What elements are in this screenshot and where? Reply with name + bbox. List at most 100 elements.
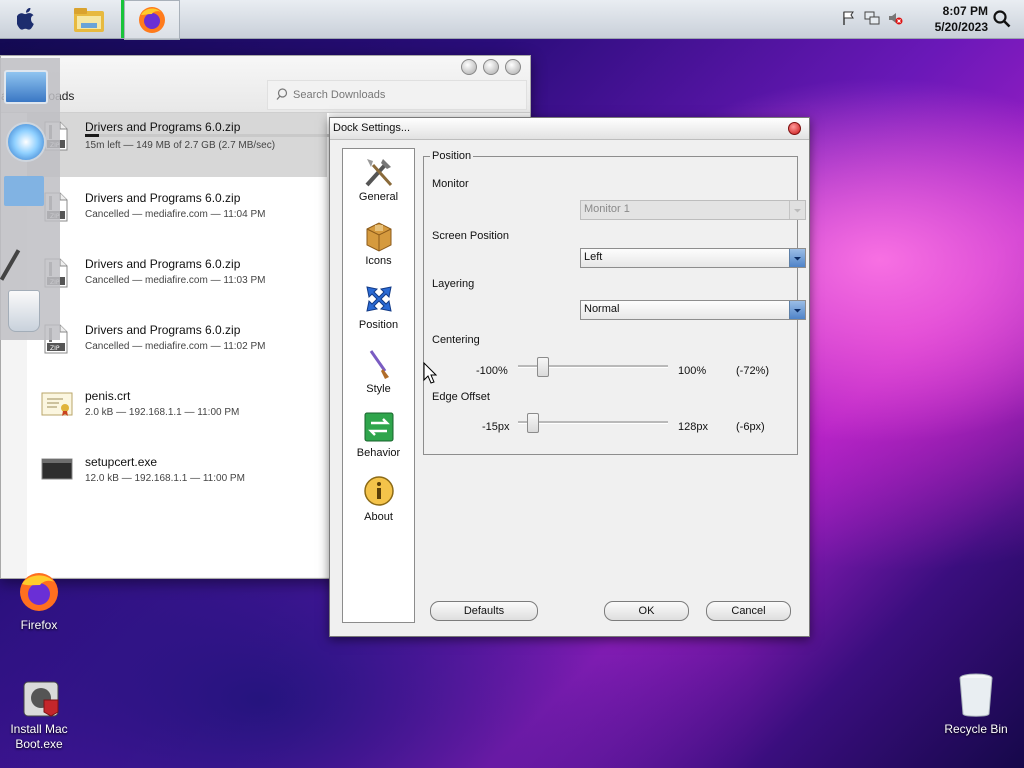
slider-thumb[interactable] [537, 357, 549, 377]
position-group: Position Monitor Monitor 1 Screen Positi… [423, 150, 806, 455]
centering-max: 100% [678, 365, 707, 377]
list-item[interactable]: penis.crt 2.0 kB — 192.168.1.1 — 11:00 P… [27, 382, 327, 446]
desktop-installer[interactable]: Install Mac Boot.exe [4, 676, 74, 756]
tab-label: Position [358, 319, 399, 331]
chevron-down-icon[interactable] [789, 249, 805, 267]
certificate-icon [41, 392, 73, 416]
download-status: 12.0 kB — 192.168.1.1 — 11:00 PM [85, 473, 245, 484]
group-title: Position [430, 150, 474, 162]
tab-behavior[interactable]: Behavior [343, 407, 414, 471]
maximize-button[interactable] [483, 59, 499, 75]
tab-label: Icons [365, 255, 392, 267]
chevron-down-icon [789, 201, 805, 219]
centering-slider[interactable] [518, 355, 668, 379]
dock-pen-icon[interactable] [0, 249, 21, 281]
download-status: 15m left — 149 MB of 2.7 GB (2.7 MB/sec) [85, 140, 276, 151]
tab-about[interactable]: About [343, 471, 414, 535]
desktop-label: Install Mac [10, 722, 68, 736]
download-name: penis.crt [85, 389, 131, 403]
screen-position-value: Left [584, 251, 603, 263]
dock [0, 58, 60, 340]
download-status: Cancelled — mediafire.com — 11:04 PM [85, 209, 266, 220]
search-icon[interactable] [992, 4, 1012, 34]
list-item[interactable]: ZIP Drivers and Programs 6.0.zip Cancell… [27, 250, 327, 314]
download-name: setupcert.exe [85, 455, 158, 469]
downloads-list: ZIP Drivers and Programs 6.0.zip 15m lef… [27, 113, 333, 577]
firefox-icon [20, 573, 58, 611]
settings-tab-list: General Icons Position Style Behavior Ab… [342, 148, 415, 623]
tab-label: Style [366, 383, 391, 395]
volume-muted-icon[interactable] [887, 10, 903, 26]
screen-position-label: Screen Position [432, 230, 510, 242]
download-status: Cancelled — mediafire.com — 11:02 PM [85, 341, 266, 352]
chevron-down-icon[interactable] [789, 301, 805, 319]
list-item[interactable]: ZIP Drivers and Programs 6.0.zip Cancell… [27, 184, 327, 248]
clock-date: 5/20/2023 [934, 20, 988, 34]
downloads-toolbar: ar Downloads Search Downloads [1, 56, 530, 113]
close-button[interactable] [505, 59, 521, 75]
defaults-button[interactable]: Defaults [430, 601, 538, 621]
box-icon [366, 222, 392, 252]
menu-bar: 8:07 PM 5/20/2023 [0, 0, 1024, 40]
dialog-title: Dock Settings... [333, 122, 411, 134]
slider-thumb[interactable] [527, 413, 539, 433]
tab-label: About [364, 511, 393, 523]
centering-value: (-72%) [736, 365, 770, 377]
monitor-value: Monitor 1 [584, 203, 630, 215]
monitor-select: Monitor 1 [580, 200, 806, 220]
layering-select[interactable]: Normal [580, 300, 806, 320]
layering-value: Normal [584, 303, 620, 315]
cancel-button[interactable]: Cancel [706, 601, 791, 621]
search-field[interactable]: Search Downloads [267, 80, 527, 110]
tab-style[interactable]: Style [343, 343, 414, 407]
apple-menu-icon[interactable] [14, 4, 40, 34]
layering-label: Layering [432, 278, 475, 290]
tools-icon [365, 159, 393, 187]
recycle-bin-icon [959, 673, 993, 717]
dock-trash-icon[interactable] [8, 290, 40, 332]
desktop-firefox[interactable]: Firefox [12, 572, 66, 632]
desktop-recycle-bin[interactable]: Recycle Bin [938, 672, 1014, 738]
info-icon [364, 476, 394, 506]
edge-offset-slider[interactable] [518, 411, 668, 435]
dock-monitor-icon[interactable] [4, 70, 48, 104]
mouse-cursor [423, 362, 437, 384]
screen-position-select[interactable]: Left [580, 248, 806, 268]
switch-arrows-icon [364, 412, 394, 442]
dialog-close-button[interactable] [788, 122, 801, 135]
centering-label: Centering [432, 334, 480, 346]
download-name: Drivers and Programs 6.0.zip [85, 191, 241, 205]
brush-icon [369, 350, 389, 379]
file-explorer-icon[interactable] [72, 4, 106, 34]
firefox-taskbar-icon[interactable] [124, 0, 180, 40]
desktop-label: Firefox [20, 618, 58, 632]
svg-text:ZIP: ZIP [50, 345, 60, 352]
download-progress-fill [85, 134, 99, 137]
tab-general[interactable]: General [343, 151, 414, 215]
network-icon[interactable] [864, 10, 880, 26]
dialog-titlebar: Dock Settings... [330, 118, 809, 140]
download-progress [85, 134, 333, 137]
dock-safari-icon[interactable] [6, 122, 46, 162]
flag-icon[interactable] [841, 10, 857, 26]
list-item[interactable]: ZIP Drivers and Programs 6.0.zip 15m lef… [27, 113, 333, 177]
installer-icon [23, 681, 59, 717]
download-name: Drivers and Programs 6.0.zip [85, 120, 241, 134]
arrows-icon [366, 286, 392, 312]
search-icon [276, 88, 288, 100]
tab-label: General [358, 191, 399, 203]
dock-notes-icon[interactable] [4, 176, 44, 206]
tab-icons[interactable]: Icons [343, 215, 414, 279]
list-item[interactable]: ZIP Drivers and Programs 6.0.zip Cancell… [27, 316, 327, 380]
tab-position[interactable]: Position [343, 279, 414, 343]
download-name: Drivers and Programs 6.0.zip [85, 323, 241, 337]
exe-file-icon [41, 458, 73, 480]
list-item[interactable]: setupcert.exe 12.0 kB — 192.168.1.1 — 11… [27, 448, 327, 512]
centering-min: -100% [476, 365, 508, 377]
monitor-label: Monitor [432, 178, 469, 190]
tab-label: Behavior [356, 447, 401, 459]
clock[interactable]: 8:07 PM 5/20/2023 [935, 3, 988, 35]
minimize-button[interactable] [461, 59, 477, 75]
ok-button[interactable]: OK [604, 601, 689, 621]
edge-offset-min: -15px [482, 421, 510, 433]
